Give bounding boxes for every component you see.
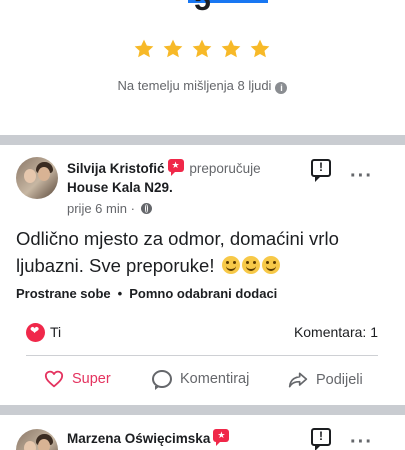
star-rating [133, 38, 271, 60]
report-icon[interactable]: ! [311, 159, 331, 182]
avatar[interactable] [16, 157, 58, 199]
comments-count[interactable]: Komentara: 1 [294, 324, 378, 340]
star-icon [250, 39, 270, 58]
heart-icon [44, 370, 64, 388]
rating-summary: 5 Na temelju mišljenja 8 ljudii [0, 0, 405, 135]
meta-separator: · [130, 201, 135, 216]
rating-basis: Na temelju mišljenja 8 ljudi i [0, 78, 405, 94]
star-icon [192, 39, 212, 58]
section-separator [0, 405, 405, 415]
super-button[interactable]: Super [44, 370, 111, 388]
post-time[interactable]: prije 6 min [67, 201, 127, 216]
smiling-emoji-icon [241, 256, 260, 274]
page-name[interactable]: House Kala N29. [67, 178, 297, 197]
divider [26, 355, 378, 356]
share-icon [288, 372, 308, 388]
star-icon [221, 39, 241, 58]
post-stats: Ti Komentara: 1 [26, 322, 378, 344]
info-icon[interactable]: i [275, 82, 288, 94]
post-meta: prije 6 min · [67, 201, 152, 216]
post-text-content: Odlično mjesto za odmor, domaćini vrlo l… [16, 228, 339, 276]
recommendation-post: Marzena Oświęcimska ★ ! ··· [0, 415, 405, 450]
more-options-icon[interactable]: ··· [350, 166, 373, 186]
recommendation-post: Silvija Kristofić ★ preporučuje House Kal… [0, 145, 405, 405]
share-button[interactable]: Podijeli [288, 370, 363, 390]
comment-button[interactable]: Komentiraj [152, 370, 250, 390]
grinning-emoji-icon [221, 256, 240, 274]
section-separator [0, 135, 405, 145]
recommends-verb: preporučuje [189, 161, 261, 176]
rating-score: 5 [0, 0, 405, 16]
avatar[interactable] [16, 429, 58, 450]
tag: Pomno odabrani dodaci [129, 286, 278, 301]
post-actions: Super Komentiraj Podijeli [0, 363, 405, 399]
rating-basis-text: Na temelju mišljenja 8 ljudi [117, 78, 272, 93]
share-label: Podijeli [316, 372, 363, 388]
author-name[interactable]: Marzena Oświęcimska [67, 431, 210, 446]
post-tags: Prostrane sobe • Pomno odabrani dodaci [16, 286, 277, 301]
reactions-label[interactable]: Ti [50, 324, 61, 340]
globe-icon [140, 203, 152, 214]
post-text: Odlično mjesto za odmor, domaćini vrlo l… [16, 225, 396, 279]
star-icon [163, 39, 183, 58]
report-icon[interactable]: ! [311, 428, 331, 450]
author-name[interactable]: Silvija Kristofić [67, 161, 165, 176]
star-icon [134, 39, 154, 58]
smiling-emoji-icon [261, 256, 280, 274]
recommendation-icon: ★ [213, 429, 230, 446]
super-label: Super [72, 371, 111, 387]
more-options-icon[interactable]: ··· [350, 432, 373, 450]
recommendation-icon: ★ [167, 159, 184, 176]
comment-icon [152, 370, 172, 390]
post-header: Marzena Oświęcimska ★ [67, 429, 297, 448]
love-reaction-icon[interactable] [26, 323, 45, 342]
comment-label: Komentiraj [180, 371, 250, 387]
post-header: Silvija Kristofić ★ preporučuje House Kal… [67, 159, 297, 197]
tag-separator: • [117, 286, 123, 301]
tag: Prostrane sobe [16, 286, 111, 301]
